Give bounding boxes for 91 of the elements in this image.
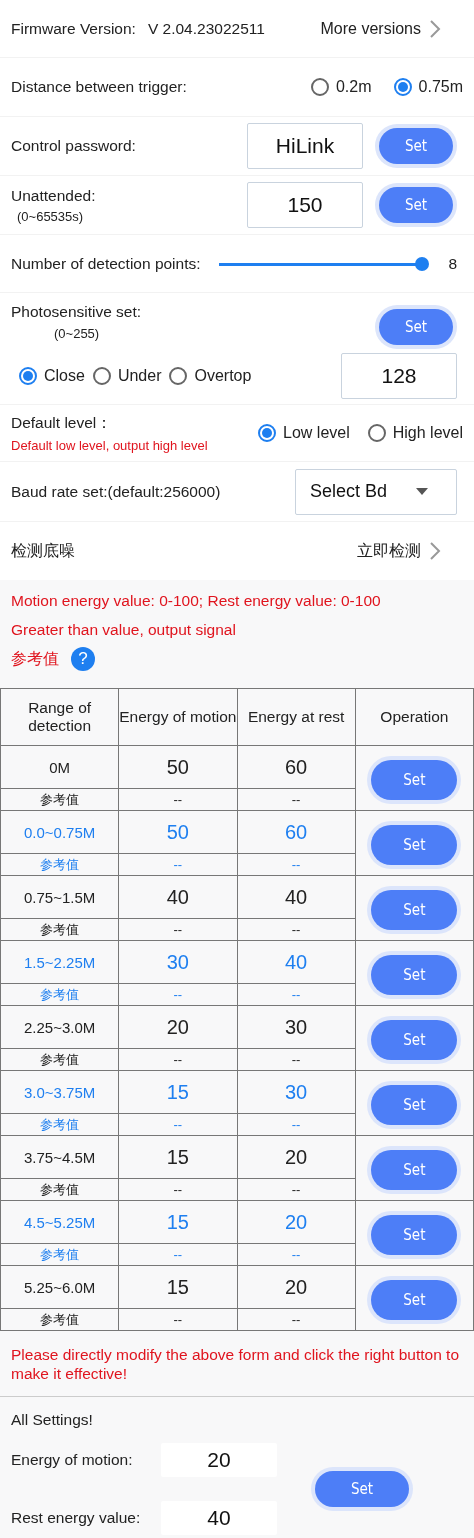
table-cell: -- [118,788,237,811]
photosensitive-field[interactable]: 128 [341,353,457,399]
reference-label: 参考值 [11,648,59,669]
column-header: Energy of motion [118,688,237,746]
table-cell: 15 [118,1265,237,1309]
range-cell: 1.5~2.25M [0,940,119,984]
table-cell: -- [118,1178,237,1201]
baud-rate-dropdown[interactable]: Select Bd [295,468,457,515]
range-cell: 0.75~1.5M [0,875,119,919]
radio-option[interactable]: Close [19,367,85,385]
all-settings-title: All Settings! [11,1411,94,1429]
password-label: Control password: [11,137,136,155]
detect-now-link[interactable]: 立即检测 [357,540,441,562]
chevron-right-icon [429,18,441,39]
noise-label: 检测底噪 [11,540,75,561]
range-hint: (0~255) [54,326,101,341]
table-cell: 30 [237,1005,356,1049]
table-cell: 15 [118,1070,237,1114]
form-note: Please directly modify the above form and click the right button to make it effective! [11,1345,460,1383]
range-cell: 0.0~0.75M [0,810,119,854]
table-cell: -- [118,983,237,1006]
reference-cell: 参考值 [0,853,119,876]
radio-option[interactable]: Low level [258,424,350,442]
table-cell: 50 [118,745,237,789]
reference-cell: 参考值 [0,1308,119,1331]
dropdown-caret-icon [416,488,428,495]
more-versions-link[interactable]: More versions [320,18,441,39]
table-cell: 40 [118,875,237,919]
reference-cell: 参考值 [0,983,119,1006]
table-cell: 50 [118,810,237,854]
reference-cell: 参考值 [0,1048,119,1071]
table-cell: 40 [237,940,356,984]
unattended-field[interactable]: 150 [247,182,363,228]
range-cell: 0M [0,745,119,789]
rest-label: Rest energy value: [11,1509,142,1527]
table-cell: 20 [237,1265,356,1309]
table-cell: -- [118,1048,237,1071]
radio-option[interactable]: Under [92,367,162,385]
range-cell: 2.25~3.0M [0,1005,119,1049]
table-cell: 30 [118,940,237,984]
energy-note: Motion energy value: 0-100; Rest energy value: 0-100 [11,592,382,610]
table-cell: -- [118,918,237,941]
detection-points-label: Number of detection points: [11,254,201,273]
table-cell: 15 [118,1135,237,1179]
table-cell: 40 [237,875,356,919]
reference-cell: 参考值 [0,918,119,941]
default-level-label: Default level： [11,413,114,433]
reference-cell: 参考值 [0,1113,119,1136]
table-cell: 20 [237,1135,356,1179]
password-field[interactable]: HiLink [247,123,363,169]
range-cell: 3.0~3.75M [0,1070,119,1114]
slider-thumb[interactable] [414,256,429,271]
distance-label: Distance between trigger: [11,78,187,96]
range-cell: 5.25~6.0M [0,1265,119,1309]
default-level-note: Default low level, output high level [11,438,208,453]
reference-cell: 参考值 [0,788,119,811]
baud-rate-label: Baud rate set:(default:256000) [11,482,221,501]
radio-option[interactable]: Overtop [169,367,252,385]
chevron-right-icon [429,541,441,561]
table-cell: 60 [237,745,356,789]
table-cell: 30 [237,1070,356,1114]
reference-cell: 参考值 [0,1178,119,1201]
energy-note: Greater than value, output signal [11,621,237,639]
slider[interactable] [218,255,431,272]
column-header: Range of detection [0,688,119,746]
column-header: Energy at rest [237,688,356,746]
column-header: Operation [355,688,474,746]
range-cell: 4.5~5.25M [0,1200,119,1244]
motion-label: Energy of motion: [11,1451,134,1469]
reference-cell: 参考值 [0,1243,119,1266]
table-cell: -- [118,853,237,876]
radio-option[interactable]: 0.2m [310,78,372,96]
table-cell: -- [118,1113,237,1136]
range-hint: (0~65535s) [17,208,85,224]
table-cell: -- [118,1243,237,1266]
motion-field[interactable]: 20 [161,1443,277,1477]
photosensitive-label: Photosensitive set: [11,303,142,321]
range-cell: 3.75~4.5M [0,1135,119,1179]
radio-option[interactable]: 0.75m [393,78,463,96]
help-button[interactable]: ? [71,647,95,671]
radio-option[interactable]: High level [367,424,463,442]
table-cell: 20 [118,1005,237,1049]
rest-field[interactable]: 40 [161,1501,277,1535]
table-cell: 60 [237,810,356,854]
table-cell: 20 [237,1200,356,1244]
slider-value: 8 [448,254,457,273]
unattended-label: Unattended: [11,186,96,205]
table-cell: -- [118,1308,237,1331]
table-cell: 15 [118,1200,237,1244]
firmware-version: V 2.04.23022511 [147,19,265,38]
firmware-label: Firmware Version: [11,19,136,38]
